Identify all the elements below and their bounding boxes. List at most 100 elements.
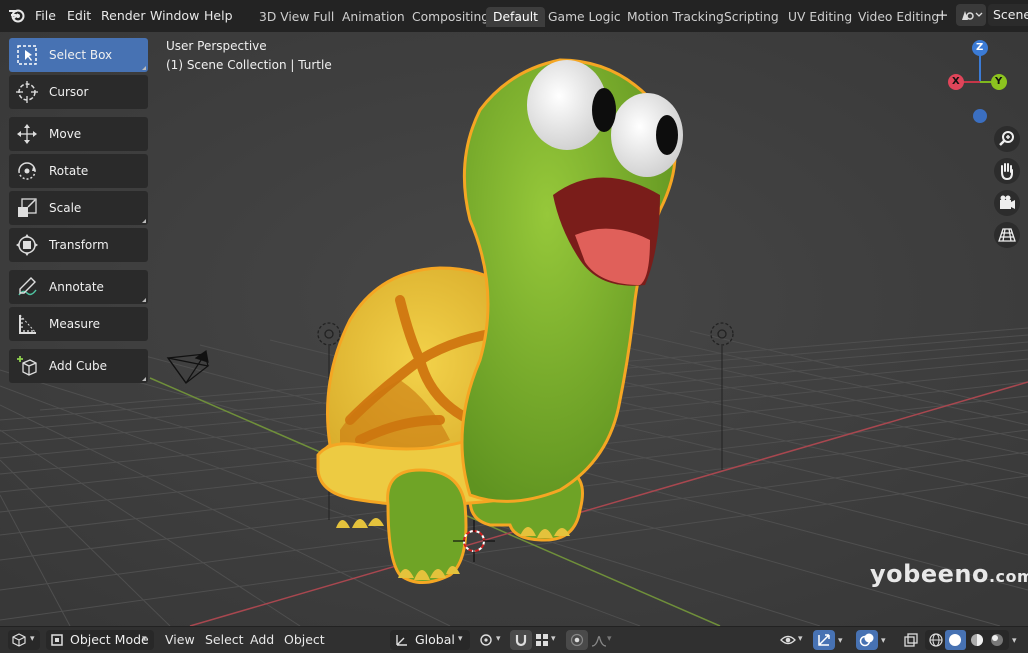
scene-icon	[962, 11, 983, 20]
chevron-down-icon: ▾	[607, 634, 612, 644]
move-icon	[17, 124, 37, 144]
solid-shading-icon	[949, 634, 961, 646]
tab-animation[interactable]: Animation	[335, 7, 412, 27]
tool-label: Move	[49, 127, 82, 141]
ortho-toggle-button[interactable]	[994, 222, 1020, 248]
orientation-icon	[396, 635, 407, 646]
menu-help[interactable]: Help	[204, 8, 233, 23]
watermark: yobeeno.com	[870, 560, 1028, 588]
menu-select[interactable]: Select	[205, 632, 244, 647]
gizmo-y-label[interactable]: Y	[995, 76, 1002, 87]
annotate-icon	[18, 277, 37, 296]
tab-compositing[interactable]: Compositing	[405, 7, 496, 27]
menu-file[interactable]: File	[35, 8, 56, 23]
tool-cursor[interactable]: Cursor	[9, 75, 148, 109]
pivot-point-selector[interactable]: ▾	[476, 630, 506, 650]
tool-label: Cursor	[49, 85, 89, 99]
tab-3d-view-full[interactable]: 3D View Full	[252, 7, 341, 27]
pivot-icon	[480, 634, 492, 646]
add-workspace-icon[interactable]: +	[936, 6, 949, 24]
add-cube-icon	[17, 356, 37, 376]
viewport-collection-label: (1) Scene Collection | Turtle	[166, 58, 332, 72]
xray-toggle[interactable]	[900, 630, 922, 650]
tool-measure[interactable]: Measure	[9, 307, 148, 341]
tool-label: Select Box	[49, 48, 113, 62]
orientation-selector[interactable]: Global ▾	[390, 630, 470, 650]
tab-uv-editing[interactable]: UV Editing	[781, 7, 859, 27]
pan-button[interactable]	[994, 158, 1020, 184]
gizmo-neg-z-icon	[973, 109, 987, 123]
mode-selector[interactable]: Object Mode ▾	[46, 630, 154, 650]
chevron-down-icon: ▾	[496, 634, 501, 644]
eye-icon	[780, 635, 796, 645]
tab-game-logic[interactable]: Game Logic	[541, 7, 628, 27]
tab-video-editing[interactable]: Video Editing	[851, 7, 946, 27]
menu-view[interactable]: View	[165, 632, 195, 647]
zoom-icon	[999, 131, 1014, 146]
falloff-selector[interactable]: ▾	[589, 630, 617, 650]
object-mode-icon	[51, 634, 63, 646]
tool-select-box[interactable]: Select Box	[9, 38, 148, 72]
3d-viewport[interactable]: User Perspective (1) Scene Collection | …	[0, 32, 1028, 626]
tool-label: Rotate	[49, 164, 89, 178]
tool-label: Add Cube	[49, 359, 108, 373]
mode-label: Object Mode	[70, 632, 149, 647]
snap-toggle[interactable]	[510, 630, 532, 650]
chevron-down-icon: ▾	[142, 634, 147, 644]
tab-motion-tracking[interactable]: Motion Tracking	[620, 7, 731, 27]
wireframe-shading-icon[interactable]	[928, 632, 944, 648]
xray-icon	[904, 633, 918, 647]
visibility-selector[interactable]: ▾	[778, 630, 808, 650]
magnet-icon	[515, 635, 527, 647]
shading-mode-group	[925, 630, 1009, 650]
viewport-perspective-label: User Perspective	[166, 39, 267, 53]
tab-default[interactable]: Default	[486, 7, 545, 27]
editor-type-selector[interactable]: ▾	[8, 630, 40, 650]
grid-snap-icon	[536, 634, 548, 646]
chevron-down-icon[interactable]: ▾	[838, 636, 843, 646]
proportional-editing-toggle[interactable]	[566, 630, 588, 650]
menu-add[interactable]: Add	[250, 632, 274, 647]
tool-label: Measure	[49, 317, 100, 331]
solid-shading-button[interactable]	[945, 630, 966, 650]
measure-icon	[19, 314, 37, 334]
snap-target-selector[interactable]: ▾	[533, 630, 561, 650]
menu-window[interactable]: Window	[150, 8, 199, 23]
chevron-down-icon: ▾	[458, 634, 463, 644]
camera-view-button[interactable]	[994, 190, 1020, 216]
menu-object[interactable]: Object	[284, 632, 325, 647]
tab-scripting[interactable]: Scripting	[717, 7, 786, 27]
overlay-icon	[859, 633, 874, 647]
tool-transform[interactable]: Transform	[9, 228, 148, 262]
overlay-toggle[interactable]	[856, 630, 878, 650]
menu-edit[interactable]: Edit	[67, 8, 91, 23]
gizmo-z-label[interactable]: Z	[976, 42, 983, 53]
chevron-down-icon: ▾	[798, 634, 803, 644]
gizmo-icon	[818, 634, 830, 646]
gizmo-x-label[interactable]: X	[952, 76, 960, 87]
chevron-down-icon[interactable]: ▾	[1012, 636, 1017, 646]
scene-name-field[interactable]: Scene	[988, 4, 1028, 26]
watermark-suffix: .com	[988, 567, 1028, 586]
orientation-label: Global	[415, 632, 455, 647]
gizmo-toggle[interactable]	[813, 630, 835, 650]
rendered-shading-icon[interactable]	[989, 632, 1005, 648]
top-bar: File Edit Render Window Help 3D View Ful…	[0, 0, 1028, 32]
scene-selector[interactable]	[956, 4, 986, 26]
chevron-down-icon[interactable]: ▾	[881, 636, 886, 646]
menu-render[interactable]: Render	[101, 8, 146, 23]
tool-add-cube[interactable]: Add Cube	[9, 349, 148, 383]
tool-move[interactable]: Move	[9, 117, 148, 151]
blender-logo-icon[interactable]	[8, 6, 26, 24]
tool-scale[interactable]: Scale	[9, 191, 148, 225]
tool-rotate[interactable]: Rotate	[9, 154, 148, 188]
material-shading-icon[interactable]	[969, 632, 985, 648]
tool-annotate[interactable]: Annotate	[9, 270, 148, 304]
rotate-icon	[18, 162, 36, 180]
tool-label: Annotate	[49, 280, 104, 294]
viewport-header: ▾ Object Mode ▾ View Select Add Object G…	[0, 626, 1028, 653]
chevron-down-icon: ▾	[30, 634, 35, 644]
cursor-icon	[16, 81, 38, 103]
chevron-down-icon: ▾	[551, 634, 556, 644]
zoom-button[interactable]	[994, 126, 1020, 152]
